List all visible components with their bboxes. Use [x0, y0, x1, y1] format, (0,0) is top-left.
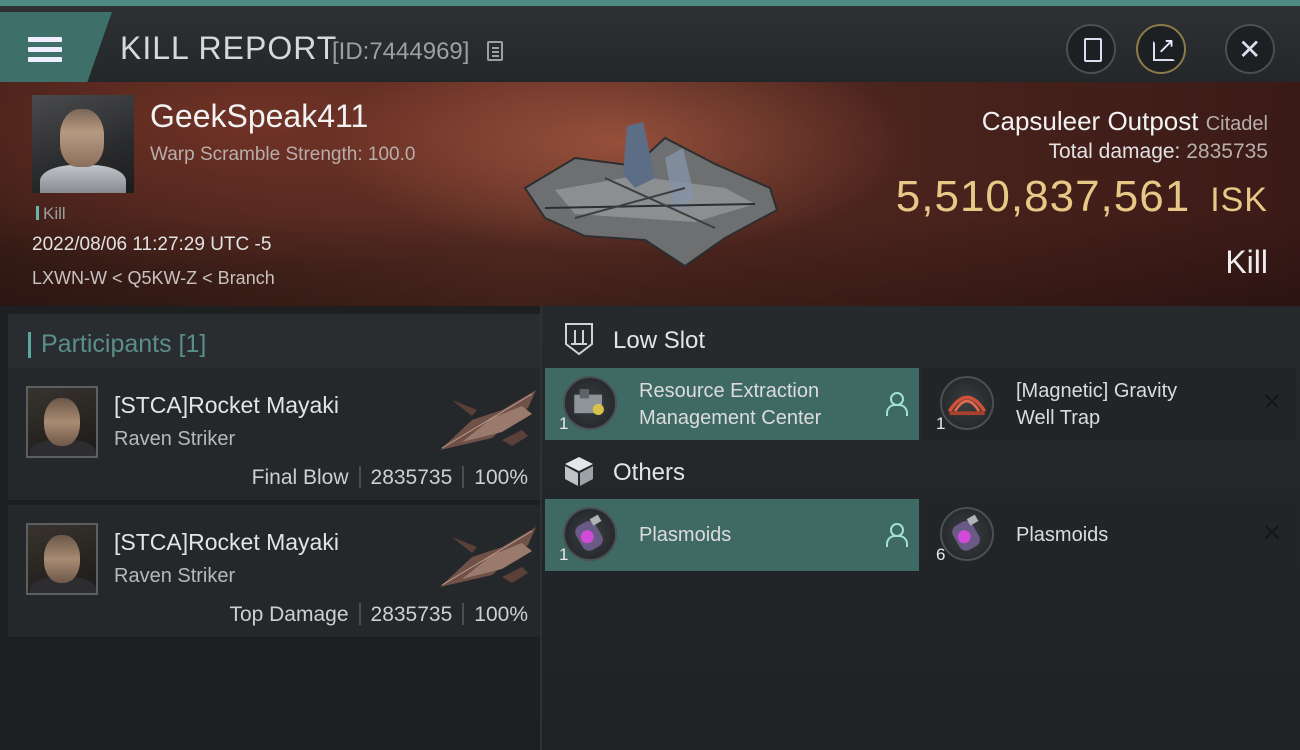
- result-label: Kill: [1225, 244, 1268, 280]
- others-label: Others: [613, 459, 686, 486]
- participant-percent: 100%: [474, 603, 528, 626]
- plasmoid-icon: [563, 507, 617, 561]
- clipboard-icon[interactable]: [1066, 24, 1116, 74]
- module-icon: [563, 376, 617, 430]
- x-icon: ✕: [1261, 520, 1282, 547]
- victim-name[interactable]: GeekSpeak411: [150, 98, 368, 135]
- menu-button[interactable]: [0, 12, 112, 82]
- target-class: Citadel: [1205, 113, 1268, 135]
- item-name: [Magnetic] Gravity Well Trap: [1016, 380, 1178, 429]
- fitting-item[interactable]: 1 Resource Extraction Management Center: [545, 368, 919, 440]
- isk-currency: ISK: [1210, 181, 1268, 219]
- low-slot-label: Low Slot: [613, 327, 706, 354]
- ship-image: [440, 527, 536, 587]
- participant-row[interactable]: [STCA]Rocket Mayaki Raven Striker Final …: [8, 368, 540, 502]
- participant-row[interactable]: [STCA]Rocket Mayaki Raven Striker Top Da…: [8, 505, 540, 639]
- fitting-panel: Low Slot 1 Resource Extraction Management…: [542, 306, 1300, 750]
- target-name[interactable]: Capsuleer Outpost Citadel: [982, 106, 1268, 137]
- victim-portrait[interactable]: [32, 95, 134, 193]
- kill-tag: Kill: [36, 204, 66, 224]
- copy-icon[interactable]: [487, 41, 503, 61]
- item-quantity: 1: [559, 545, 569, 564]
- participant-damage: 2835735: [370, 466, 453, 489]
- ship-image: [440, 390, 536, 450]
- cargo-box-icon: [565, 457, 593, 486]
- module-icon: [940, 376, 994, 430]
- total-damage: Total damage: 2835735: [1048, 140, 1268, 163]
- item-quantity: 1: [559, 414, 569, 433]
- participant-ship: Raven Striker: [114, 428, 236, 450]
- victim-subtitle: Warp Scramble Strength: 100.0: [150, 144, 416, 165]
- hamburger-menu-icon[interactable]: [28, 37, 62, 63]
- page-title: KILL REPORT: [120, 30, 338, 66]
- fitting-item[interactable]: 6 Plasmoids ✕: [922, 499, 1296, 571]
- close-icon[interactable]: [1225, 24, 1275, 74]
- others-section: Others: [542, 442, 1300, 502]
- low-slot-icon: [565, 323, 593, 356]
- avatar[interactable]: [26, 523, 98, 595]
- participant-role: Top Damage: [229, 603, 349, 626]
- participant-stats: Top Damage 2835735 100%: [229, 603, 528, 627]
- item-name: Resource Extraction Management Center: [639, 380, 822, 429]
- item-name: Plasmoids: [639, 524, 732, 546]
- participant-stats: Final Blow 2835735 100%: [252, 466, 528, 490]
- low-slot-section: Low Slot: [542, 310, 1300, 370]
- kill-datetime: 2022/08/06 11:27:29 UTC -5: [32, 234, 272, 255]
- x-icon: ✕: [1261, 389, 1282, 416]
- item-name: Plasmoids: [1016, 524, 1109, 546]
- person-icon: [885, 392, 908, 416]
- participant-name: [STCA]Rocket Mayaki: [114, 392, 339, 418]
- item-quantity: 1: [936, 414, 946, 433]
- share-icon[interactable]: [1136, 24, 1186, 74]
- kill-summary-banner: GeekSpeak411 Warp Scramble Strength: 100…: [0, 82, 1300, 306]
- participant-damage: 2835735: [370, 603, 453, 626]
- participants-header: Participants [1]: [8, 314, 540, 372]
- person-icon: [885, 523, 908, 547]
- item-quantity: 6: [936, 545, 946, 564]
- isk-value: 5,510,837,561 ISK: [895, 172, 1268, 221]
- citadel-structure-image: [523, 122, 779, 268]
- participant-percent: 100%: [474, 466, 528, 489]
- title-bar: KILL REPORT [ID:7444969]: [0, 0, 1300, 82]
- plasmoid-icon: [940, 507, 994, 561]
- kill-location[interactable]: LXWN-W < Q5KW-Z < Branch: [32, 268, 275, 289]
- avatar[interactable]: [26, 386, 98, 458]
- fitting-item[interactable]: 1 Plasmoids: [545, 499, 919, 571]
- participant-role: Final Blow: [251, 466, 349, 489]
- participant-ship: Raven Striker: [114, 565, 236, 587]
- fitting-item[interactable]: 1 [Magnetic] Gravity Well Trap ✕: [922, 368, 1296, 440]
- report-id: [ID:7444969]: [332, 38, 470, 65]
- participants-panel: Participants [1] [STCA]Rocket Mayaki Rav…: [0, 306, 542, 750]
- participant-name: [STCA]Rocket Mayaki: [114, 529, 339, 555]
